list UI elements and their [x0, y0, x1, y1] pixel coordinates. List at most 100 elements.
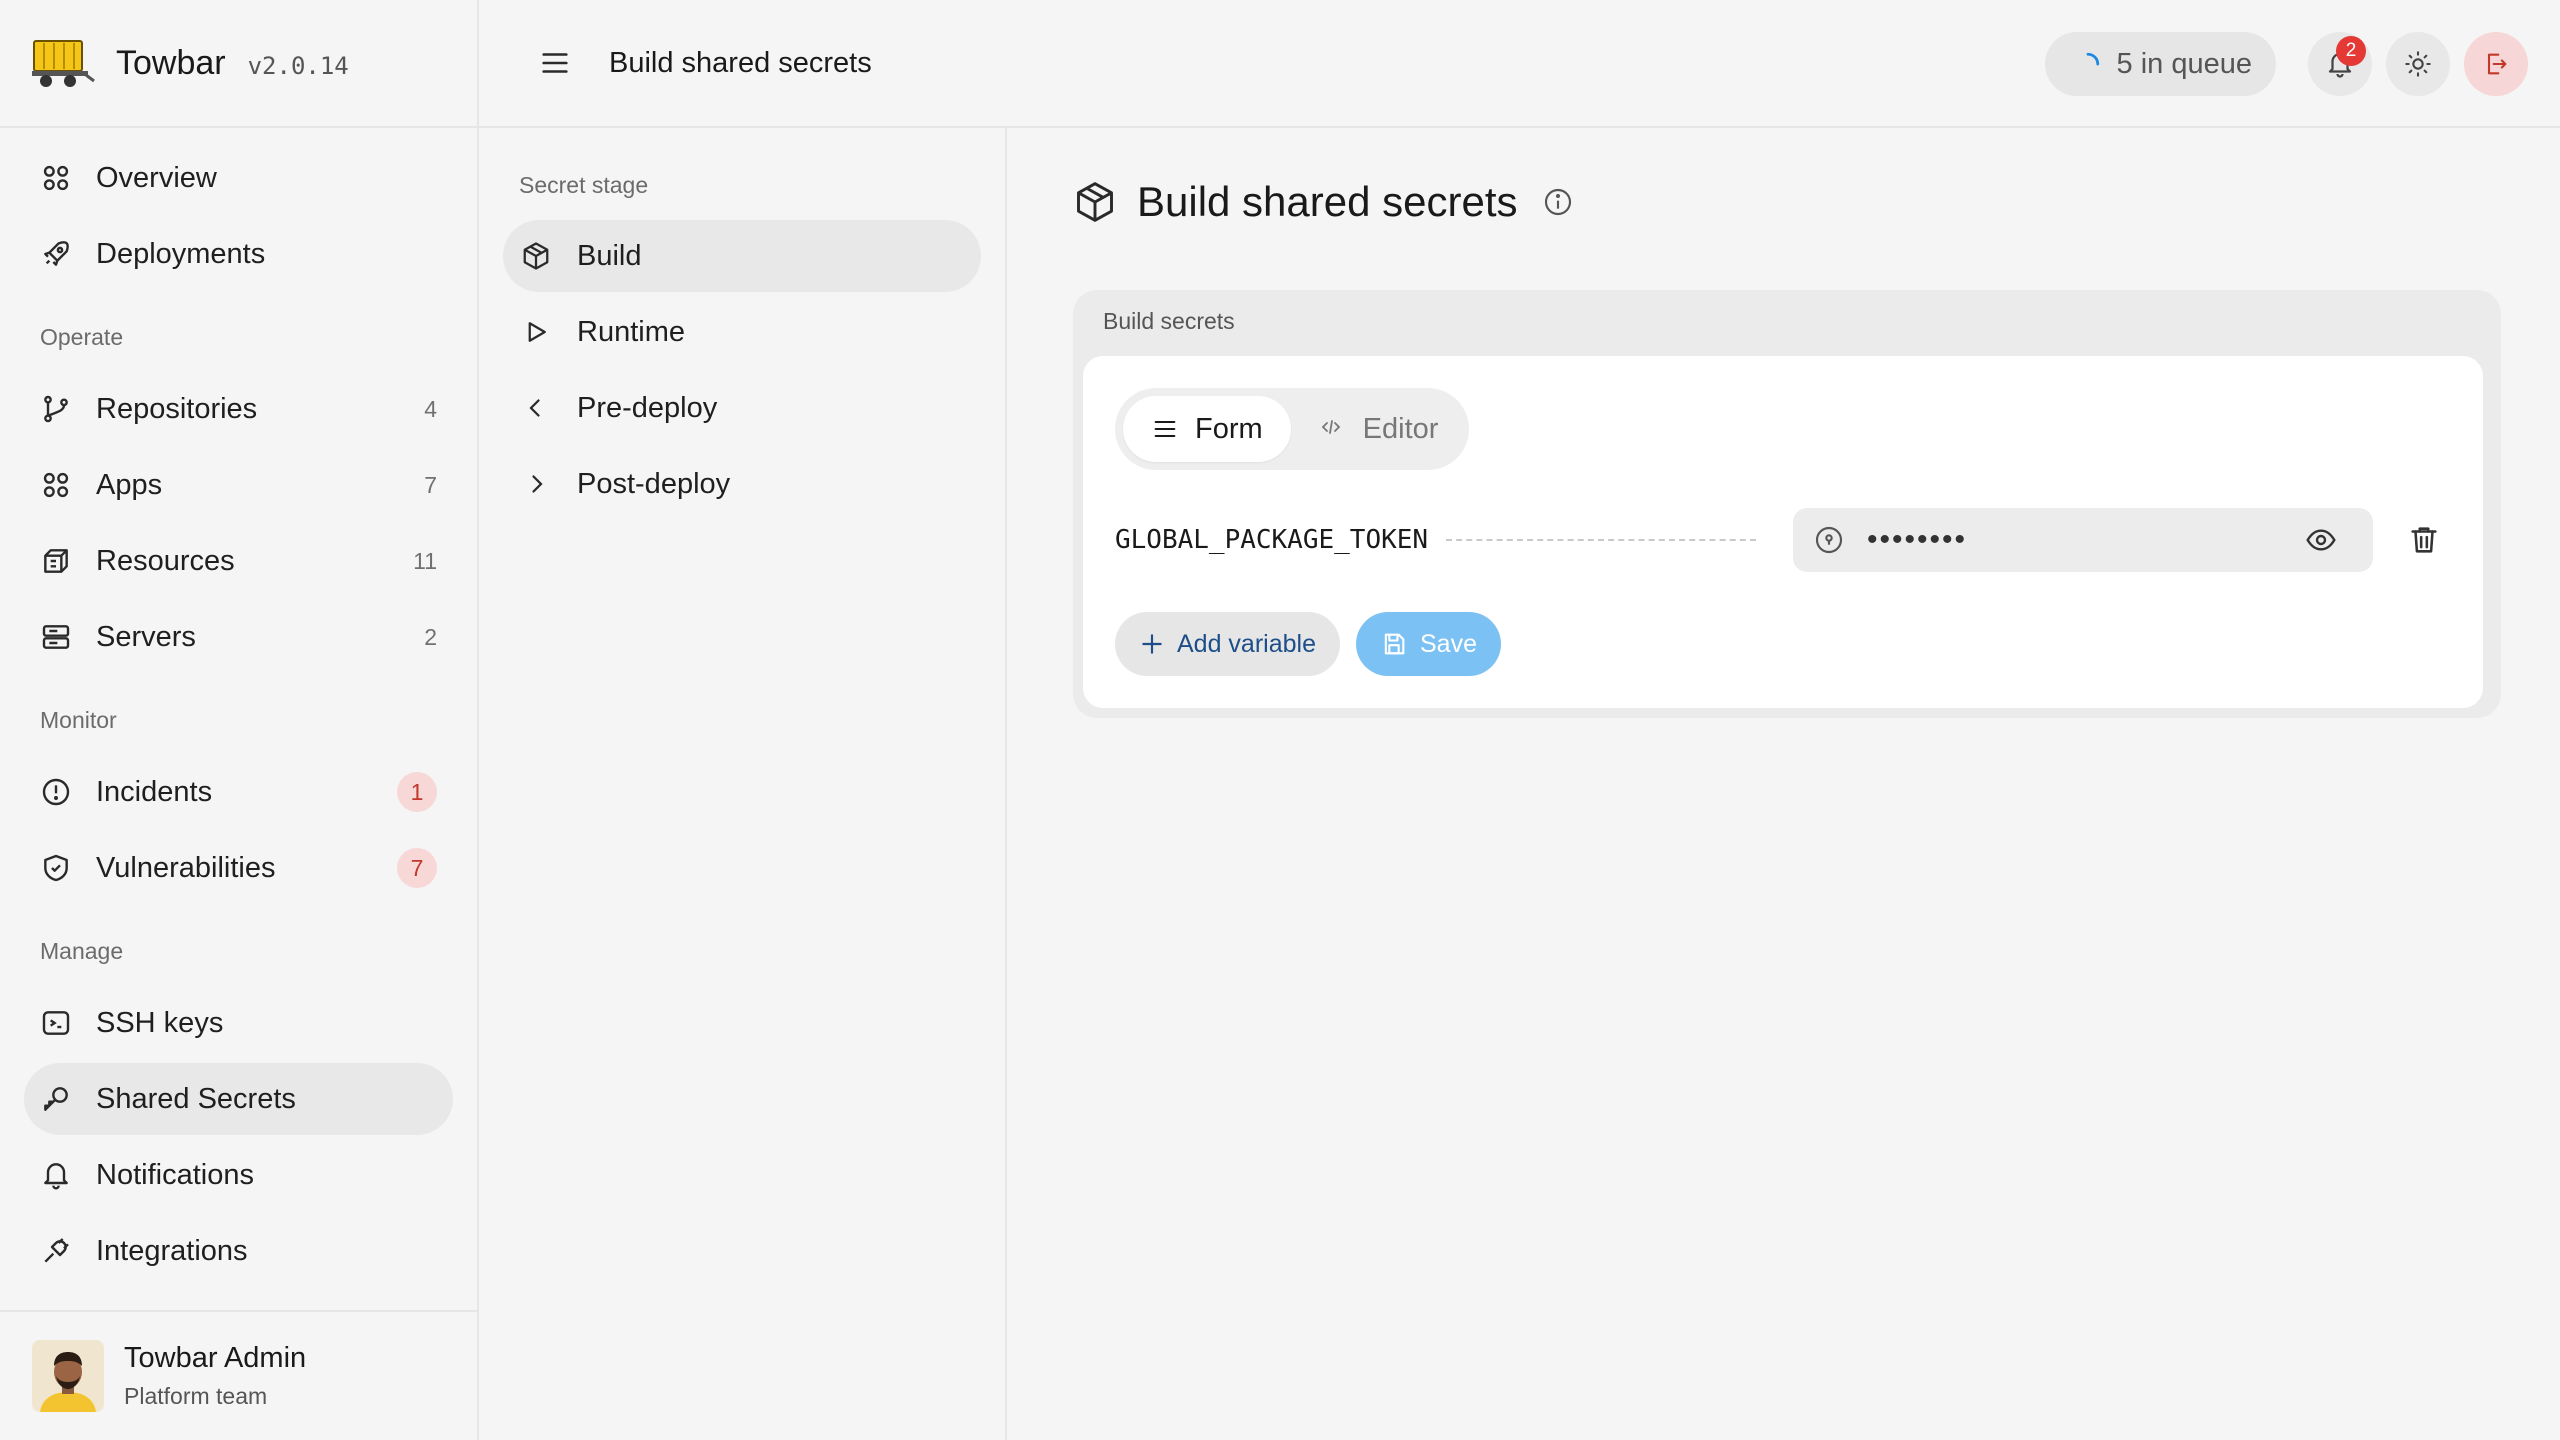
nav-label: Incidents [96, 775, 213, 808]
nav-count: 4 [424, 395, 437, 422]
nav-item-resources[interactable]: Resources 11 [24, 525, 453, 597]
nav-item-repositories[interactable]: Repositories 4 [24, 373, 453, 445]
bell-icon [40, 1159, 72, 1191]
sidebar: Towbar v2.0.14 Overview Deployments Oper… [0, 0, 479, 1440]
server-icon [40, 621, 72, 653]
card-label: Build secrets [1103, 308, 1235, 334]
stage-label: Pre-deploy [577, 391, 718, 424]
nav-item-vulnerabilities[interactable]: Vulnerabilities 7 [24, 832, 453, 904]
theme-toggle-button[interactable] [2386, 32, 2450, 96]
rocket-icon [40, 238, 72, 270]
notifications-button[interactable]: 2 [2308, 32, 2372, 96]
stage-item-build[interactable]: Build [503, 220, 981, 292]
nav-item-overview[interactable]: Overview [24, 142, 453, 214]
list-icon [1151, 415, 1179, 443]
nav-item-incidents[interactable]: Incidents 1 [24, 756, 453, 828]
tab-editor[interactable]: Editor [1291, 396, 1467, 462]
nav-item-integrations[interactable]: Integrations [24, 1215, 453, 1287]
stage-list: Build Runtime Pre-deploy Post-deploy [479, 220, 1005, 520]
add-variable-button[interactable]: Add variable [1115, 612, 1340, 676]
stage-panel-title: Secret stage [519, 172, 649, 198]
trailer-logo-icon [30, 35, 96, 91]
git-branch-icon [40, 393, 72, 425]
play-icon [521, 317, 551, 347]
nav-item-deployments[interactable]: Deployments [24, 218, 453, 290]
code-icon [1319, 415, 1347, 443]
queue-label: 5 in queue [2116, 47, 2252, 80]
avatar [32, 1340, 104, 1412]
sun-icon [2404, 50, 2432, 78]
alert-circle-icon [40, 776, 72, 808]
main-nav: Overview Deployments Operate Repositorie… [0, 128, 477, 1287]
package-icon [1073, 180, 1117, 224]
shield-check-icon [40, 852, 72, 884]
nav-label: Deployments [96, 237, 266, 270]
view-mode-toggle: Form Editor [1115, 388, 1469, 470]
save-label: Save [1419, 629, 1477, 658]
stage-item-post-deploy[interactable]: Post-deploy [503, 448, 981, 520]
database-box-icon [40, 545, 72, 577]
app-name: Towbar [116, 43, 226, 82]
card-body: Form Editor GLOBAL_PACKAGE_TOKEN •••••••… [1083, 356, 2483, 708]
page-header: Build shared secrets [1073, 178, 1574, 226]
nav-item-ssh-keys[interactable]: SSH keys [24, 987, 453, 1059]
info-icon[interactable] [1542, 186, 1574, 218]
stage-label: Runtime [577, 315, 685, 348]
stage-item-pre-deploy[interactable]: Pre-deploy [503, 372, 981, 444]
user-team: Platform team [124, 1383, 268, 1409]
variable-name[interactable]: GLOBAL_PACKAGE_TOKEN [1115, 525, 1428, 555]
tab-label: Form [1195, 412, 1263, 445]
variable-connector-line [1446, 539, 1757, 541]
nav-label: Resources [96, 544, 235, 577]
key-icon [40, 1083, 72, 1115]
logout-button[interactable] [2464, 32, 2528, 96]
grid-icon [40, 469, 72, 501]
tab-form[interactable]: Form [1123, 396, 1291, 462]
nav-label: Vulnerabilities [96, 851, 276, 884]
tab-label: Editor [1362, 412, 1439, 445]
plug-icon [40, 1235, 72, 1267]
save-button[interactable]: Save [1355, 612, 1501, 676]
package-icon [521, 241, 551, 271]
user-profile[interactable]: Towbar Admin Platform team [0, 1310, 477, 1440]
nav-item-apps[interactable]: Apps 7 [24, 449, 453, 521]
page-title: Build shared secrets [1137, 178, 1518, 225]
stage-item-runtime[interactable]: Runtime [503, 296, 981, 368]
trash-icon[interactable] [2407, 523, 2441, 557]
variable-row: GLOBAL_PACKAGE_TOKEN •••••••• [1115, 508, 2455, 572]
nav-item-servers[interactable]: Servers 2 [24, 601, 453, 673]
stage-label: Post-deploy [577, 467, 731, 500]
stage-label: Build [577, 239, 642, 272]
nav-label: SSH keys [96, 1006, 224, 1039]
top-actions: 5 in queue 2 [2044, 32, 2528, 96]
nav-label: Repositories [96, 392, 258, 425]
grid-icon [40, 162, 72, 194]
nav-label: Servers [96, 620, 196, 653]
nav-label: Integrations [96, 1234, 248, 1267]
build-secrets-card: Build secrets Form Editor GLOBAL_PACKAGE… [1073, 290, 2501, 718]
main-content: Build shared secrets Build secrets Form … [1007, 128, 2560, 1440]
nav-label: Overview [96, 161, 217, 194]
user-name: Towbar Admin [124, 1342, 307, 1374]
app-version: v2.0.14 [247, 52, 349, 80]
plus-icon [1139, 631, 1165, 657]
queue-indicator[interactable]: 5 in queue [2044, 32, 2276, 96]
chevron-left-icon [521, 393, 551, 423]
nav-item-shared-secrets[interactable]: Shared Secrets [24, 1063, 453, 1135]
section-title-operate: Operate [40, 324, 124, 350]
chevron-right-icon [521, 469, 551, 499]
form-actions: Add variable Save [1115, 612, 1501, 676]
brand[interactable]: Towbar v2.0.14 [0, 0, 477, 128]
variable-value-field[interactable]: •••••••• [1793, 508, 2373, 572]
incident-count-badge: 1 [397, 772, 437, 812]
hamburger-menu-icon[interactable] [531, 39, 579, 87]
nav-item-notifications[interactable]: Notifications [24, 1139, 453, 1211]
nav-label: Notifications [96, 1158, 254, 1191]
section-title-monitor: Monitor [40, 707, 117, 733]
nav-count: 2 [424, 623, 437, 650]
section-title-manage: Manage [40, 938, 124, 964]
eye-icon[interactable] [2305, 524, 2337, 556]
add-variable-label: Add variable [1177, 629, 1316, 658]
vulnerability-count-badge: 7 [397, 848, 437, 888]
logout-icon [2482, 50, 2510, 78]
